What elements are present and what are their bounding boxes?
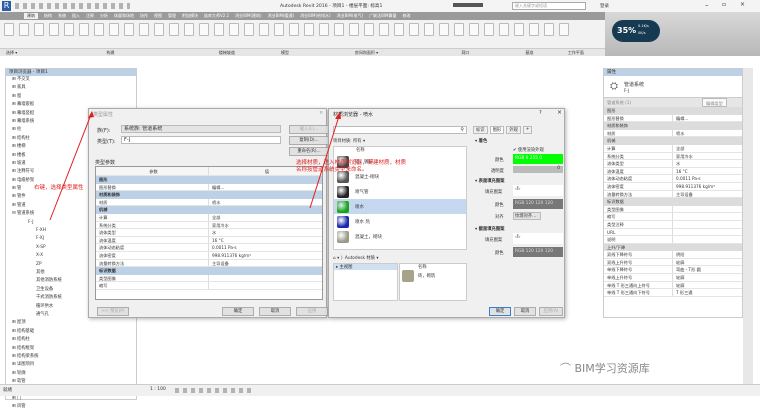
arrow-head	[88, 111, 94, 118]
arrow-head	[335, 112, 341, 119]
annotation-arrows	[49, 111, 341, 221]
watermark: ⌒ BIM学习资源库	[560, 362, 650, 375]
watermark-text: BIM学习资源库	[574, 362, 650, 375]
arrow-line	[309, 112, 341, 209]
arrow-line	[49, 111, 93, 221]
view-control-bar[interactable]	[175, 388, 255, 393]
status-bar: 1 : 100 就绪	[0, 384, 760, 396]
view-scale[interactable]: 1 : 100	[150, 387, 166, 392]
status-text: 就绪	[3, 388, 12, 393]
